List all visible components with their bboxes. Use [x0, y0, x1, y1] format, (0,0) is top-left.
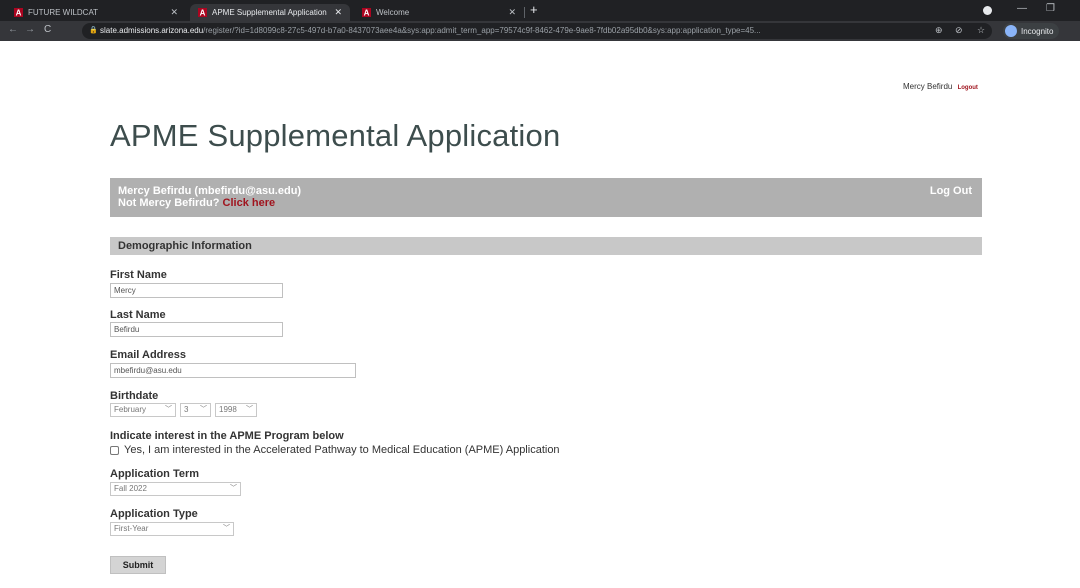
last-name-input[interactable] — [110, 322, 283, 337]
svg-text:A: A — [364, 9, 370, 18]
application-type-select[interactable]: First-Year ﹀ — [110, 522, 234, 536]
header-user-line: Mercy Befirdu Logout — [903, 82, 978, 91]
url-path: /register/?id=1d8099c8-27c5-497d-b7a0-84… — [203, 26, 761, 35]
browser-toolbar: ← → C 🔒 slate.admissions.arizona.edu/reg… — [0, 21, 1080, 41]
zoom-icon[interactable]: ⊕ — [935, 25, 943, 36]
last-name-label: Last Name — [110, 309, 166, 321]
page-title: APME Supplemental Application — [110, 118, 561, 153]
close-tab-icon[interactable]: ✕ — [508, 7, 516, 18]
log-out-link[interactable]: Log Out — [930, 185, 972, 197]
profile-icon[interactable] — [983, 6, 992, 15]
birth-day-value: 3 — [184, 405, 189, 414]
chevron-down-icon: ﹀ — [230, 485, 237, 492]
browser-tab-bar: A FUTURE WILDCAT ✕ A APME Supplemental A… — [0, 0, 1080, 21]
incognito-icon — [1005, 25, 1017, 37]
email-label: Email Address — [110, 349, 187, 361]
tracking-blocked-icon[interactable]: ⊘ — [955, 25, 963, 36]
chevron-down-icon: ﹀ — [246, 406, 253, 413]
reload-icon[interactable]: C — [44, 24, 51, 35]
forward-icon[interactable]: → — [25, 24, 35, 35]
incognito-label: Incognito — [1021, 26, 1054, 36]
application-term-value: Fall 2022 — [114, 484, 147, 493]
back-icon[interactable]: ← — [8, 24, 18, 35]
minimize-icon[interactable]: — — [1017, 3, 1027, 14]
submit-button[interactable]: Submit — [110, 556, 166, 574]
application-term-label: Application Term — [110, 468, 200, 480]
incognito-badge[interactable]: Incognito — [1003, 23, 1060, 39]
svg-text:A: A — [16, 9, 22, 18]
interest-label: Indicate interest in the APME Program be… — [110, 430, 344, 442]
birth-year-value: 1998 — [219, 405, 237, 414]
click-here-link[interactable]: Click here — [223, 197, 276, 209]
interest-option: Yes, I am interested in the Accelerated … — [110, 444, 560, 456]
application-term-select[interactable]: Fall 2022 ﹀ — [110, 482, 241, 496]
tab-welcome[interactable]: A Welcome ✕ — [354, 4, 525, 21]
birth-month-value: February — [114, 405, 147, 414]
first-name-input[interactable] — [110, 283, 283, 298]
close-tab-icon[interactable]: ✕ — [334, 7, 342, 18]
restore-icon[interactable]: ❐ — [1046, 3, 1055, 14]
arizona-favicon-icon: A — [14, 8, 23, 17]
new-tab-icon[interactable]: + — [530, 2, 538, 17]
not-user-prefix: Not Mercy Befirdu? — [118, 197, 220, 209]
interest-checkbox[interactable] — [110, 445, 119, 455]
tab-future-wildcat[interactable]: A FUTURE WILDCAT ✕ — [6, 4, 186, 21]
chevron-down-icon: ﹀ — [223, 525, 230, 532]
section-demographic-information: Demographic Information — [110, 237, 982, 255]
tab-title: APME Supplemental Application — [212, 8, 327, 17]
svg-text:A: A — [200, 9, 206, 18]
bookmark-star-icon[interactable]: ☆ — [977, 25, 985, 36]
chevron-down-icon: ﹀ — [200, 406, 207, 413]
birthdate-label: Birthdate — [110, 390, 159, 402]
arizona-favicon-icon: A — [362, 8, 371, 17]
application-type-value: First-Year — [114, 524, 149, 533]
user-identity-box: Mercy Befirdu (mbefirdu@asu.edu) Not Mer… — [110, 178, 982, 217]
header-user-name: Mercy Befirdu — [903, 82, 953, 91]
close-tab-icon[interactable]: ✕ — [170, 7, 178, 18]
birth-year-select[interactable]: 1998 ﹀ — [215, 403, 257, 417]
chevron-down-icon: ﹀ — [165, 406, 172, 413]
birth-day-select[interactable]: 3 ﹀ — [180, 403, 211, 417]
header-logout-link[interactable]: Logout — [958, 85, 978, 91]
url-host: slate.admissions.arizona.edu — [100, 26, 204, 35]
lock-icon: 🔒 — [89, 27, 98, 34]
arizona-favicon-icon: A — [198, 8, 207, 17]
tab-apme-application[interactable]: A APME Supplemental Application ✕ — [190, 4, 350, 21]
tab-title: FUTURE WILDCAT — [28, 8, 99, 17]
email-input[interactable] — [110, 363, 356, 378]
first-name-label: First Name — [110, 269, 167, 281]
interest-option-label[interactable]: Yes, I am interested in the Accelerated … — [124, 444, 560, 456]
application-type-label: Application Type — [110, 508, 198, 520]
birth-month-select[interactable]: February ﹀ — [110, 403, 176, 417]
tab-title: Welcome — [376, 8, 410, 17]
tab-separator — [524, 7, 525, 18]
address-bar[interactable]: 🔒 slate.admissions.arizona.edu/register/… — [82, 23, 992, 39]
user-identity: Mercy Befirdu (mbefirdu@asu.edu) — [118, 185, 302, 197]
